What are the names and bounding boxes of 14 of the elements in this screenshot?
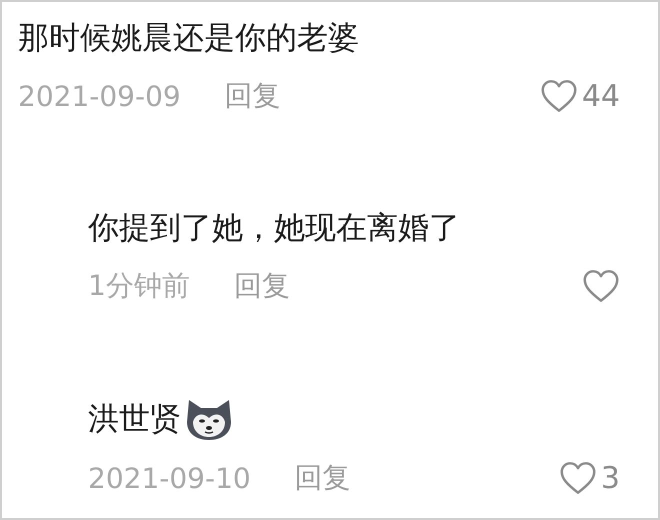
- heart-icon[interactable]: [540, 79, 578, 113]
- reply-link[interactable]: 回复: [224, 77, 281, 115]
- comment-date: 1分钟前: [88, 268, 190, 304]
- comment-text: 你提到了她，她现在离婚了: [88, 209, 460, 248]
- like-count: 3: [600, 460, 620, 496]
- heart-icon[interactable]: [558, 461, 597, 495]
- heart-icon[interactable]: [582, 269, 620, 303]
- like-count: 44: [582, 78, 620, 114]
- comment-text: 洪世贤: [88, 400, 181, 439]
- reply-link[interactable]: 回复: [294, 459, 351, 497]
- comment-date: 2021-09-09: [18, 80, 181, 112]
- comment-text: 那时候姚晨还是你的老婆: [18, 19, 359, 58]
- comment-date: 2021-09-10: [88, 462, 251, 494]
- reply-link[interactable]: 回复: [234, 267, 290, 305]
